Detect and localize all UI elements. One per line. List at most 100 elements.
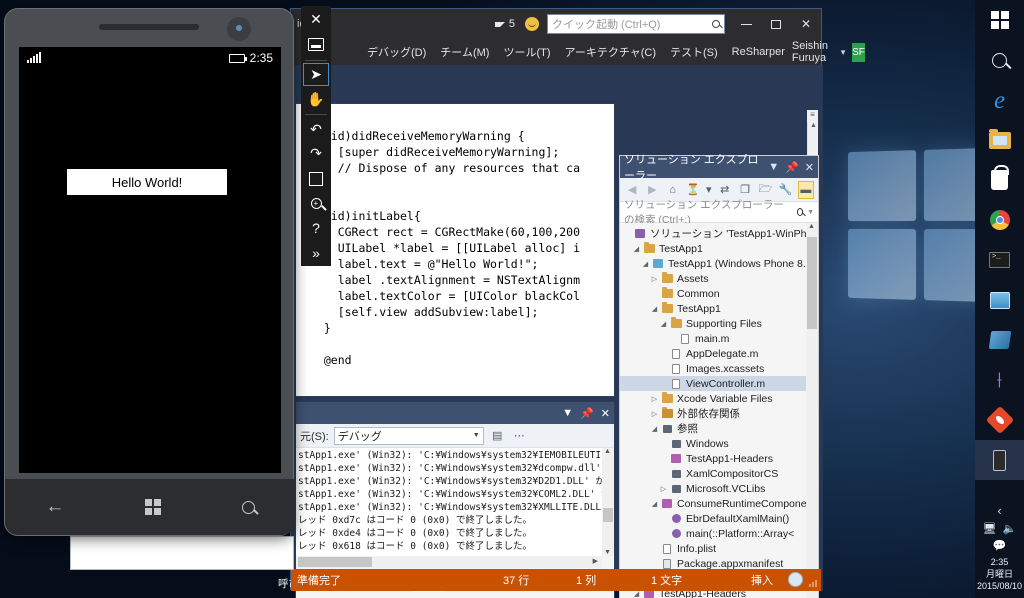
window-maximize-button[interactable] [761,10,791,38]
tree-item[interactable]: ▷ Microsoft.VCLibs [620,481,806,496]
collapse-chevron-icon[interactable]: ◢ [649,425,660,433]
collapse-all-icon[interactable]: ❐ [737,181,753,199]
menu-item-team[interactable]: チーム(M) [433,41,496,63]
sync-icon[interactable]: ⇄ [717,181,733,199]
taskbar-cmd-button[interactable]: >_ [975,240,1024,280]
tree-item[interactable]: main.m [620,331,806,346]
rotate-left-icon[interactable]: ↶ [303,117,329,141]
expand-chevron-icon[interactable]: ▷ [649,275,660,283]
properties-icon[interactable]: 🔧 [777,181,793,199]
user-account[interactable]: Seishin Furuya ▼ SF [792,40,871,64]
scroll-up-icon[interactable]: ▲ [604,448,611,455]
taskbar-book-button[interactable] [975,320,1024,360]
avatar[interactable]: SF [852,43,865,62]
tree-item[interactable]: TestApp1-Headers [620,451,806,466]
menu-item-resharper[interactable]: ReSharper [725,43,792,61]
output-vscroll-thumb[interactable] [603,508,613,522]
solex-vscroll-thumb[interactable] [807,237,817,329]
minimize-icon[interactable] [303,33,329,57]
close-icon[interactable]: ✕ [303,8,329,32]
expand-chevron-icon[interactable]: ▷ [649,395,660,403]
taskbar-chrome-button[interactable] [975,200,1024,240]
action-center-icon[interactable]: 💬 [993,539,1007,552]
tree-item[interactable]: AppDelegate.m [620,346,806,361]
tree-item[interactable]: ◢ TestApp1 (Windows Phone 8.1 [620,256,806,271]
phone-search-button[interactable] [242,501,255,514]
preview-selected-icon[interactable]: ▬ [798,181,814,199]
window-minimize-button[interactable] [731,10,761,38]
tree-item[interactable]: EbrDefaultXamlMain() [620,511,806,526]
expand-chevron-icon[interactable]: ▷ [649,410,660,418]
close-icon[interactable]: ✕ [601,407,610,420]
network-icon[interactable]: 🖥 [983,522,997,535]
expand-icon[interactable]: » [303,241,329,265]
solution-tree[interactable]: ソリューション 'TestApp1-WinPhone8.1' (◢ TestApp… [620,223,806,598]
hand-icon[interactable]: ✋ [303,87,329,111]
taskbar-search-button[interactable] [975,40,1024,80]
vs-titlebar[interactable]: idio 5 クイック起動 (Ctrl+Q) ✕ [291,9,821,39]
tree-item[interactable]: ▷ Assets [620,271,806,286]
volume-icon[interactable]: 🔈 [1003,522,1017,535]
taskbar-store-button[interactable] [975,160,1024,200]
collapse-chevron-icon[interactable]: ◢ [658,320,669,328]
output-vertical-scrollbar[interactable]: ▲ ▼ [602,448,614,556]
menu-item-architecture[interactable]: アーキテクチャ(C) [558,41,664,63]
pending-changes-icon[interactable]: ⏳ [685,181,701,199]
tree-item[interactable]: Info.plist [620,541,806,556]
tree-item[interactable]: ◢ TestApp1 [620,301,806,316]
taskbar-edge-button[interactable]: e [975,80,1024,120]
taskbar-rdp-button[interactable] [975,280,1024,320]
pin-icon[interactable]: 📌 [785,161,799,174]
expand-chevron-icon[interactable]: ▷ [658,485,669,493]
back-icon[interactable]: ◀ [624,181,640,199]
taskbar-emulator-button[interactable] [975,440,1024,480]
taskbar-clock[interactable]: 2:35 月曜日 2015/08/10 [977,556,1022,592]
tree-item[interactable]: ViewController.m [620,376,806,391]
home-icon[interactable]: ⌂ [665,181,681,199]
tray-expand-chevron-icon[interactable]: ‹ [997,503,1001,518]
collapse-chevron-icon[interactable]: ◢ [649,305,660,313]
quick-launch-input[interactable]: クイック起動 (Ctrl+Q) [547,14,725,34]
output-text[interactable]: stApp1.exe' (Win32): 'C:¥Windows¥system3… [296,448,602,556]
output-source-dropdown[interactable]: デバッグ ▼ [334,427,484,445]
fit-to-screen-icon[interactable] [303,167,329,191]
start-button[interactable] [975,0,1024,40]
collapse-chevron-icon[interactable]: ◢ [649,500,660,508]
window-close-button[interactable]: ✕ [791,10,821,38]
dropdown-icon[interactable]: ▼ [562,407,573,419]
tree-item[interactable]: ◢ Supporting Files [620,316,806,331]
phone-start-button[interactable] [145,499,161,515]
pin-icon[interactable]: 📌 [580,407,594,420]
phone-back-button[interactable]: ← [45,496,64,518]
scroll-down-icon[interactable]: ▼ [604,549,611,556]
tree-item[interactable]: ◢ 参照 [620,421,806,436]
tree-item[interactable]: ▷ Xcode Variable Files [620,391,806,406]
tree-item[interactable]: Images.xcassets [620,361,806,376]
show-all-files-icon[interactable]: 🗁 [757,181,773,199]
clear-all-icon[interactable]: ▤ [489,427,506,445]
close-icon[interactable]: ✕ [805,161,814,174]
tree-item[interactable]: Windows [620,436,806,451]
dropdown-icon[interactable]: ▼ [768,161,779,173]
feedback-smiley-icon[interactable] [525,17,539,31]
zoom-icon[interactable]: + [303,192,329,216]
menu-item-test[interactable]: テスト(S) [663,41,725,63]
tree-item[interactable]: ▷ 外部依存関係 [620,406,806,421]
chevron-down-icon[interactable]: ▼ [839,48,847,57]
help-icon[interactable]: ? [303,216,329,240]
solution-explorer-vertical-scrollbar[interactable]: ▲ ▼ [806,223,818,598]
collapse-chevron-icon[interactable]: ◢ [640,260,651,268]
solution-explorer-search-input[interactable]: ソリューション エクスプローラー の検索 (Ctrl+;) ▼ [620,202,818,223]
scroll-right-icon[interactable]: ▶ [593,557,598,565]
tree-item[interactable]: ソリューション 'TestApp1-WinPhone8.1' ( [620,226,806,241]
tree-item[interactable]: Common [620,286,806,301]
taskbar-sourcetree-button[interactable] [975,400,1024,440]
collapse-chevron-icon[interactable]: ◢ [631,245,642,253]
notifications-flag-icon[interactable]: 5 [495,18,515,30]
scroll-up-icon[interactable]: ▲ [808,122,819,133]
pointer-icon[interactable]: ➤ [303,63,329,87]
more-icon[interactable]: ⋯ [511,427,528,445]
code-text[interactable]: (void)didReceiveMemoryWarning { [super d… [296,122,598,388]
scroll-up-icon[interactable]: ▲ [808,223,815,230]
taskbar-vs-button[interactable]: ⟊ [975,360,1024,400]
